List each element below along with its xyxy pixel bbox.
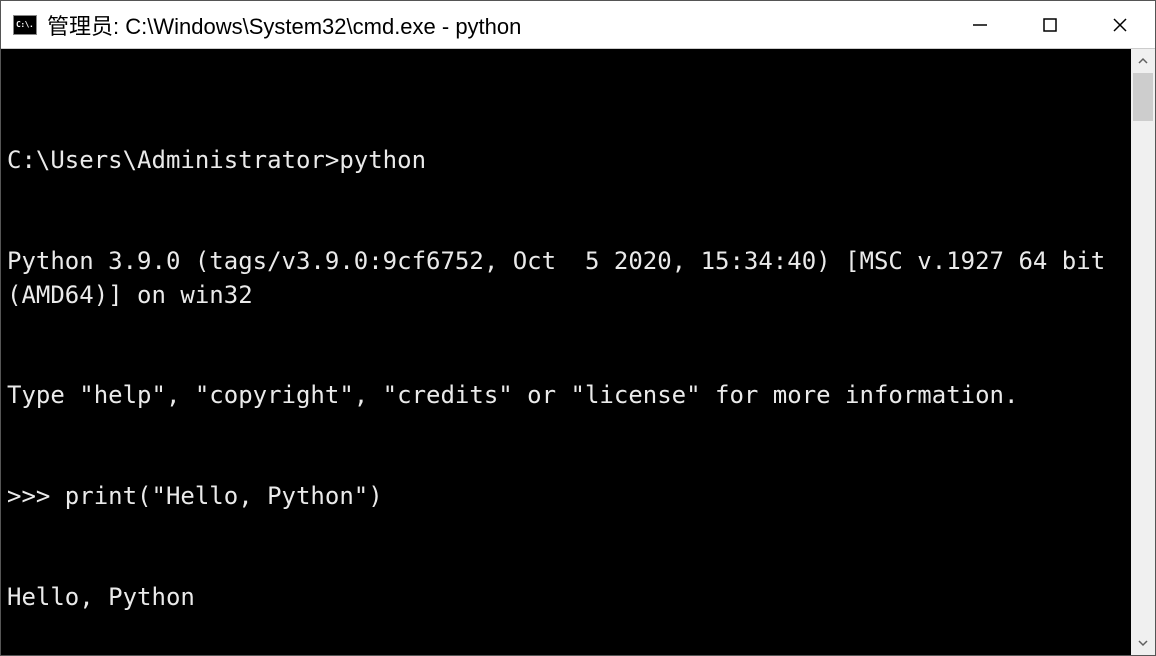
scroll-down-button[interactable]	[1131, 631, 1155, 655]
content-area: C:\Users\Administrator>python Python 3.9…	[1, 49, 1155, 655]
window-title: 管理员: C:\Windows\System32\cmd.exe - pytho…	[47, 9, 945, 41]
terminal-line: C:\Users\Administrator>python	[7, 144, 1131, 178]
terminal-line: Type "help", "copyright", "credits" or "…	[7, 379, 1131, 413]
terminal-line: Hello, Python	[7, 581, 1131, 615]
scroll-thumb[interactable]	[1133, 73, 1153, 121]
terminal-window: C:\. 管理员: C:\Windows\System32\cmd.exe - …	[0, 0, 1156, 656]
titlebar[interactable]: C:\. 管理员: C:\Windows\System32\cmd.exe - …	[1, 1, 1155, 49]
close-button[interactable]	[1085, 1, 1155, 48]
terminal-output[interactable]: C:\Users\Administrator>python Python 3.9…	[1, 49, 1131, 655]
scroll-track[interactable]	[1131, 73, 1155, 631]
minimize-icon	[971, 16, 989, 34]
chevron-down-icon	[1137, 637, 1149, 649]
chevron-up-icon	[1137, 55, 1149, 67]
minimize-button[interactable]	[945, 1, 1015, 48]
maximize-icon	[1041, 16, 1059, 34]
terminal-line: >>> print("Hello, Python")	[7, 480, 1131, 514]
terminal-line: Python 3.9.0 (tags/v3.9.0:9cf6752, Oct 5…	[7, 245, 1131, 312]
vertical-scrollbar[interactable]	[1131, 49, 1155, 655]
window-controls	[945, 1, 1155, 48]
cmd-icon: C:\.	[13, 15, 37, 35]
maximize-button[interactable]	[1015, 1, 1085, 48]
cmd-icon-label: C:\.	[16, 20, 33, 29]
scroll-up-button[interactable]	[1131, 49, 1155, 73]
close-icon	[1111, 16, 1129, 34]
